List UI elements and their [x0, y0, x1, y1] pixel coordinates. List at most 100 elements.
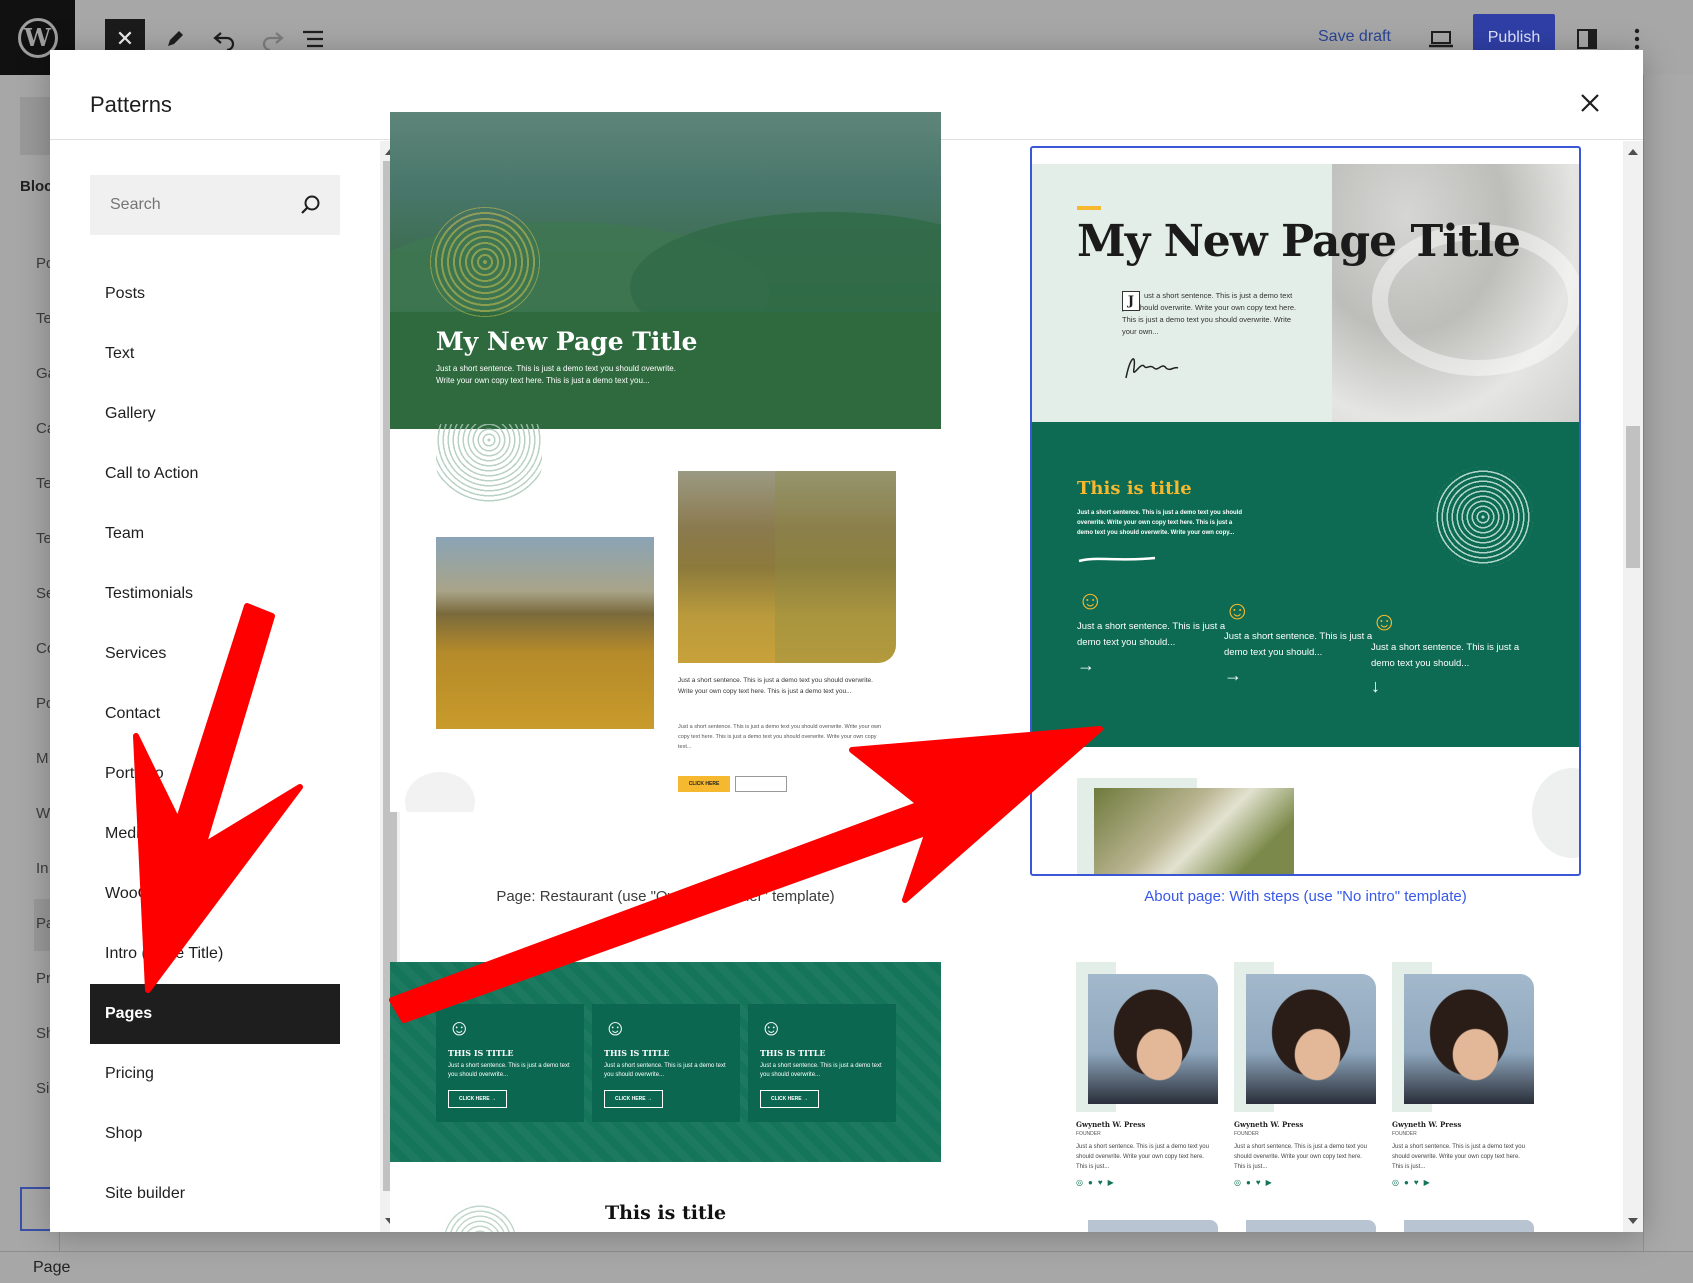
scroll-up-arrow[interactable] [1628, 149, 1638, 155]
smiley-icon: ☺ [604, 1015, 627, 1040]
member-bio: Just a short sentence. This is just a de… [1392, 1144, 1525, 1170]
next-portrait-edge [1088, 1220, 1218, 1232]
pattern-caption[interactable]: Page: Restaurant (use "Overlaid header" … [390, 888, 941, 905]
pattern-services-page[interactable]: ☺ THIS IS TITLE Just a short sentence. T… [390, 962, 941, 1232]
smiley-icon: ☺ [1224, 595, 1251, 625]
intro-text: ust a short sentence. This is just a dem… [1122, 291, 1297, 336]
landscape-image [678, 471, 896, 663]
category-site-builder[interactable]: Site builder [90, 1164, 340, 1224]
member-name: Gwyneth W. Press [1076, 1120, 1146, 1129]
portrait-image [1088, 974, 1218, 1104]
breadcrumb[interactable]: Page [33, 1259, 70, 1277]
category-text[interactable]: Text [90, 324, 340, 384]
secondary-button [735, 776, 787, 792]
service-title: THIS IS TITLE [760, 1048, 826, 1058]
portrait-image [1404, 974, 1534, 1104]
service-button: CLICK HERE → [604, 1090, 663, 1108]
portrait-image [1246, 974, 1376, 1104]
step-item: ☺ Just a short sentence. This is just a … [1224, 595, 1374, 684]
hero-subtitle: Just a short sentence. This is just a de… [436, 364, 676, 385]
editor-canvas-edge [1643, 75, 1693, 1251]
patterns-scrollbar[interactable] [1623, 141, 1643, 1232]
services-section: ☺ THIS IS TITLE Just a short sentence. T… [390, 962, 941, 1162]
editor-ghost-item: Si [36, 1080, 50, 1097]
image-overlay [775, 471, 896, 663]
social-icons: ◎●♥▶ [1234, 1178, 1277, 1187]
category-intro-page-title[interactable]: Intro (Page Title) [90, 924, 340, 984]
service-text: Just a short sentence. This is just a de… [448, 1063, 570, 1078]
search-icon [301, 195, 320, 214]
team-member: Gwyneth W. Press FOUNDER Just a short se… [1076, 962, 1226, 1232]
page-title: My New Page Title [1077, 216, 1521, 267]
team-member: Gwyneth W. Press FOUNDER Just a short se… [1392, 962, 1542, 1232]
category-woocommerce[interactable]: WooCommerce [90, 864, 340, 924]
editor-ghost-item: W [36, 805, 51, 822]
modal-close-button[interactable] [1575, 88, 1605, 118]
service-text: Just a short sentence. This is just a de… [760, 1063, 882, 1078]
next-portrait-edge [1246, 1220, 1376, 1232]
service-box: ☺ THIS IS TITLE Just a short sentence. T… [592, 1004, 740, 1122]
member-role: FOUNDER [1392, 1131, 1417, 1137]
smiley-icon: ☺ [1077, 585, 1104, 615]
blob-decoration [405, 772, 475, 812]
editor-ghost-item: Pr [36, 970, 51, 987]
category-call-to-action[interactable]: Call to Action [90, 444, 340, 504]
category-pricing[interactable]: Pricing [90, 1044, 340, 1104]
step-text: Just a short sentence. This is just a de… [1224, 631, 1373, 658]
steps-section: This is title Just a short sentence. Thi… [1032, 422, 1579, 747]
arrow-down-icon: ↓ [1371, 676, 1380, 696]
save-draft-button[interactable]: Save draft [1318, 28, 1391, 46]
step-text: Just a short sentence. This is just a de… [1371, 642, 1520, 669]
social-icons: ◎●♥▶ [1392, 1178, 1435, 1187]
service-title: THIS IS TITLE [604, 1048, 670, 1058]
pattern-categories-sidebar: Posts Text Gallery Call to Action Team T… [50, 141, 380, 1232]
member-name: Gwyneth W. Press [1392, 1120, 1462, 1129]
pattern-team-page[interactable]: Gwyneth W. Press FOUNDER Just a short se… [1030, 962, 1581, 1232]
category-media[interactable]: Media [90, 804, 340, 864]
next-portrait-edge [1404, 1220, 1534, 1232]
service-box: ☺ THIS IS TITLE Just a short sentence. T… [436, 1004, 584, 1122]
service-button: CLICK HERE → [448, 1090, 507, 1108]
member-role: FOUNDER [1076, 1131, 1101, 1137]
category-posts[interactable]: Posts [90, 264, 340, 324]
hero-image: My New Page Title Just a short sentence.… [390, 112, 941, 429]
category-shop[interactable]: Shop [90, 1104, 340, 1164]
service-button: CLICK HERE → [760, 1090, 819, 1108]
fingerprint-decoration [436, 424, 542, 504]
smiley-icon: ☺ [1371, 606, 1398, 636]
section-title: This is title [604, 1202, 727, 1224]
pattern-restaurant-page[interactable]: My New Page Title Just a short sentence.… [390, 112, 941, 812]
pattern-about-page-with-steps[interactable]: My New Page Title ust a short sentence. … [1030, 146, 1581, 876]
accent-dash [1077, 206, 1101, 210]
fingerprint-decoration [1433, 467, 1533, 567]
category-team[interactable]: Team [90, 504, 340, 564]
editor-status-bar: Page [0, 1251, 1693, 1283]
cta-button: CLICK HERE [678, 776, 730, 792]
fingerprint-decoration [430, 207, 540, 317]
body-text-small: Just a short sentence. This is just a de… [678, 724, 882, 750]
swash-icon [1078, 556, 1156, 563]
scrollbar-thumb[interactable] [1626, 426, 1640, 568]
editor-ghost-item: M [36, 750, 49, 767]
category-contact[interactable]: Contact [90, 684, 340, 744]
section-title: This is title [1077, 478, 1192, 499]
scroll-down-arrow[interactable] [1628, 1218, 1638, 1224]
team-member: Gwyneth W. Press FOUNDER Just a short se… [1234, 962, 1384, 1232]
editor-blocks-tab[interactable]: Bloc [20, 178, 53, 195]
hero-title: My New Page Title [436, 327, 698, 356]
category-portfolio[interactable]: Portfolio [90, 744, 340, 804]
category-gallery[interactable]: Gallery [90, 384, 340, 444]
modal-title: Patterns [90, 92, 172, 117]
category-services[interactable]: Services [90, 624, 340, 684]
service-box: ☺ THIS IS TITLE Just a short sentence. T… [748, 1004, 896, 1122]
silk-image [1332, 164, 1579, 422]
landscape-image [436, 537, 654, 729]
social-icons: ◎●♥▶ [1076, 1178, 1119, 1187]
service-text: Just a short sentence. This is just a de… [604, 1063, 726, 1078]
step-item: ☺ Just a short sentence. This is just a … [1077, 585, 1227, 674]
pattern-caption-selected[interactable]: About page: With steps (use "No intro" t… [1030, 888, 1581, 905]
service-title: THIS IS TITLE [448, 1048, 514, 1058]
pattern-search[interactable] [90, 175, 340, 235]
category-pages[interactable]: Pages [90, 984, 340, 1044]
category-testimonials[interactable]: Testimonials [90, 564, 340, 624]
